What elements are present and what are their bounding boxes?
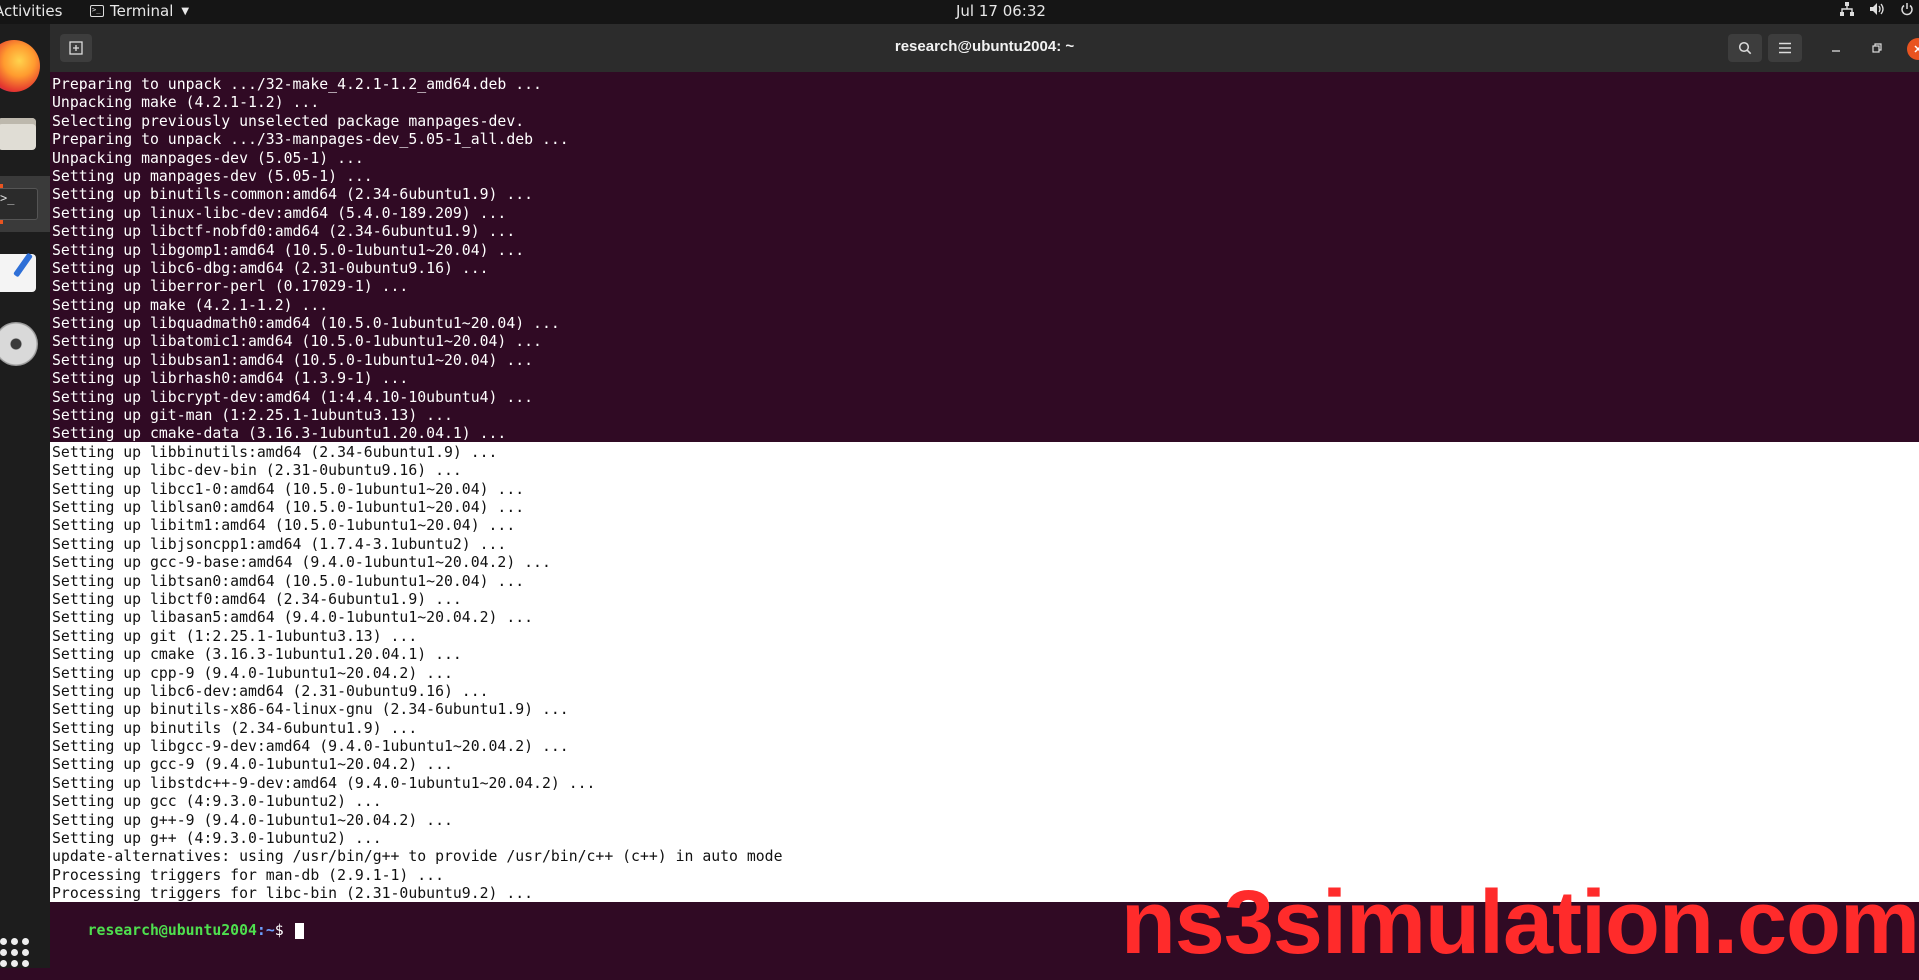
watermark: ns3simulation.com — [1120, 873, 1919, 973]
show-applications-icon — [0, 938, 30, 968]
search-icon — [1738, 41, 1752, 55]
terminal-line: Preparing to unpack .../33-manpages-dev_… — [52, 131, 569, 149]
terminal-lines: Preparing to unpack .../32-make_4.2.1-1.… — [52, 76, 783, 904]
terminal-line-selected: Setting up gcc (4:9.3.0-1ubuntu2) ... — [52, 793, 382, 811]
minimize-icon — [1832, 50, 1840, 52]
terminal-line: Setting up make (4.2.1-1.2) ... — [52, 296, 329, 314]
terminal-line: Setting up cmake-data (3.16.3-1ubuntu1.2… — [52, 425, 507, 443]
terminal-line-selected: Setting up libitm1:amd64 (10.5.0-1ubuntu… — [52, 517, 516, 535]
dock-item-text-editor[interactable] — [0, 244, 50, 300]
terminal-line-selected: Setting up binutils (2.34-6ubuntu1.9) ..… — [52, 719, 418, 737]
terminal-icon: >_ — [0, 188, 38, 220]
hamburger-icon — [1779, 42, 1791, 54]
prompt-sign: $ — [274, 922, 293, 939]
terminal-line: Setting up libgomp1:amd64 (10.5.0-1ubunt… — [52, 241, 525, 259]
disc-icon — [0, 322, 38, 366]
window-title: research@ubuntu2004: ~ — [894, 38, 1075, 55]
terminal-line-selected: Setting up libcc1-0:amd64 (10.5.0-1ubunt… — [52, 480, 525, 498]
terminal-line: Setting up libcrypt-dev:amd64 (1:4.4.10-… — [52, 388, 534, 406]
terminal-line-selected: Setting up gcc-9-base:amd64 (9.4.0-1ubun… — [52, 554, 551, 572]
dock-item-terminal[interactable]: >_ — [0, 176, 50, 232]
terminal-line-selected: Setting up cmake (3.16.3-1ubuntu1.20.04.… — [52, 646, 462, 664]
dock-item-firefox[interactable] — [0, 34, 50, 92]
volume-icon[interactable] — [1869, 1, 1885, 17]
terminal-line-selected: update-alternatives: using /usr/bin/g++ … — [52, 848, 783, 866]
terminal-line-selected: Setting up libc-dev-bin (2.31-0ubuntu9.1… — [52, 462, 462, 480]
terminal-line: Setting up libatomic1:amd64 (10.5.0-1ubu… — [52, 333, 542, 351]
terminal-line-selected: Setting up libbinutils:amd64 (2.34-6ubun… — [52, 443, 498, 461]
clock[interactable]: Jul 17 06:32 — [956, 2, 1046, 20]
minimize-button[interactable] — [1824, 36, 1848, 60]
shell-prompt[interactable]: research@ubuntu2004:~$ — [52, 904, 304, 939]
terminal-output[interactable]: Preparing to unpack .../32-make_4.2.1-1.… — [50, 72, 1919, 968]
show-applications-button[interactable] — [0, 930, 50, 980]
activities-button[interactable]: Activities — [0, 2, 62, 20]
close-icon — [1914, 45, 1919, 53]
terminal-line-selected: Setting up libc6-dev:amd64 (2.31-0ubuntu… — [52, 682, 489, 700]
terminal-line-selected: Setting up gcc-9 (9.4.0-1ubuntu1~20.04.2… — [52, 756, 453, 774]
terminal-line: Setting up libubsan1:amd64 (10.5.0-1ubun… — [52, 351, 534, 369]
text-cursor — [294, 923, 304, 939]
restore-icon — [1872, 43, 1882, 53]
files-icon — [0, 118, 36, 150]
terminal-line-selected: Processing triggers for man-db (2.9.1-1)… — [52, 866, 444, 884]
terminal-line-selected: Setting up libctf0:amd64 (2.34-6ubuntu1.… — [52, 590, 462, 608]
terminal-line: Setting up manpages-dev (5.05-1) ... — [52, 167, 373, 185]
app-menu-terminal[interactable]: >_ Terminal ▼ — [90, 2, 189, 20]
terminal-line-selected: Setting up libtsan0:amd64 (10.5.0-1ubunt… — [52, 572, 525, 590]
dock-item-disc[interactable] — [0, 314, 50, 370]
app-menu-label: Terminal — [110, 2, 174, 20]
prompt-user-host: research@ubuntu2004 — [87, 922, 257, 939]
terminal-line-selected: Setting up g++-9 (9.4.0-1ubuntu1~20.04.2… — [52, 811, 453, 829]
terminal-line-selected: Setting up libasan5:amd64 (9.4.0-1ubuntu… — [52, 609, 534, 627]
terminal-line: Unpacking manpages-dev (5.05-1) ... — [52, 149, 364, 167]
firefox-icon — [0, 40, 40, 92]
search-button[interactable] — [1728, 34, 1762, 62]
terminal-line: Setting up git-man (1:2.25.1-1ubuntu3.13… — [52, 407, 453, 425]
terminal-small-icon: >_ — [90, 5, 104, 17]
hamburger-menu-button[interactable] — [1768, 34, 1802, 62]
terminal-line-selected: Setting up liblsan0:amd64 (10.5.0-1ubunt… — [52, 498, 525, 516]
network-icon[interactable] — [1839, 1, 1855, 17]
terminal-line: Unpacking make (4.2.1-1.2) ... — [52, 94, 320, 112]
restore-button[interactable] — [1865, 36, 1889, 60]
prompt-path: :~ — [256, 922, 275, 939]
terminal-line: Setting up libctf-nobfd0:amd64 (2.34-6ub… — [52, 223, 516, 241]
top-bar: Activities >_ Terminal ▼ Jul 17 06:32 — [0, 0, 1919, 24]
system-tray[interactable] — [1839, 1, 1919, 17]
close-button[interactable] — [1907, 38, 1919, 60]
terminal-line: Preparing to unpack .../32-make_4.2.1-1.… — [52, 76, 542, 93]
terminal-line: Setting up linux-libc-dev:amd64 (5.4.0-1… — [52, 204, 507, 222]
terminal-line-selected: Processing triggers for libc-bin (2.31-0… — [52, 885, 534, 903]
terminal-line: Setting up libc6-dbg:amd64 (2.31-0ubuntu… — [52, 259, 489, 277]
terminal-line: Setting up liberror-perl (0.17029-1) ... — [52, 278, 409, 296]
terminal-line: Setting up libquadmath0:amd64 (10.5.0-1u… — [52, 315, 560, 333]
window-header: research@ubuntu2004: ~ — [50, 24, 1919, 72]
terminal-line-selected: Setting up libjsoncpp1:amd64 (1.7.4-3.1u… — [52, 535, 507, 553]
terminal-line: Setting up binutils-common:amd64 (2.34-6… — [52, 186, 534, 204]
terminal-line-selected: Setting up g++ (4:9.3.0-1ubuntu2) ... — [52, 830, 382, 848]
terminal-line-selected: Setting up libstdc++-9-dev:amd64 (9.4.0-… — [52, 774, 596, 792]
dock-item-files[interactable] — [0, 104, 50, 160]
terminal-line-selected: Setting up libgcc-9-dev:amd64 (9.4.0-1ub… — [52, 738, 569, 756]
terminal-line-selected: Setting up cpp-9 (9.4.0-1ubuntu1~20.04.2… — [52, 664, 453, 682]
dock: >_ — [0, 24, 50, 968]
terminal-line-selected: Setting up git (1:2.25.1-1ubuntu3.13) ..… — [52, 627, 418, 645]
power-icon[interactable] — [1899, 1, 1915, 17]
terminal-line-selected: Setting up binutils-x86-64-linux-gnu (2.… — [52, 701, 569, 719]
caret-down-icon: ▼ — [181, 5, 190, 17]
terminal-line: Selecting previously unselected package … — [52, 112, 525, 130]
terminal-line: Setting up librhash0:amd64 (1.3.9-1) ... — [52, 370, 409, 388]
